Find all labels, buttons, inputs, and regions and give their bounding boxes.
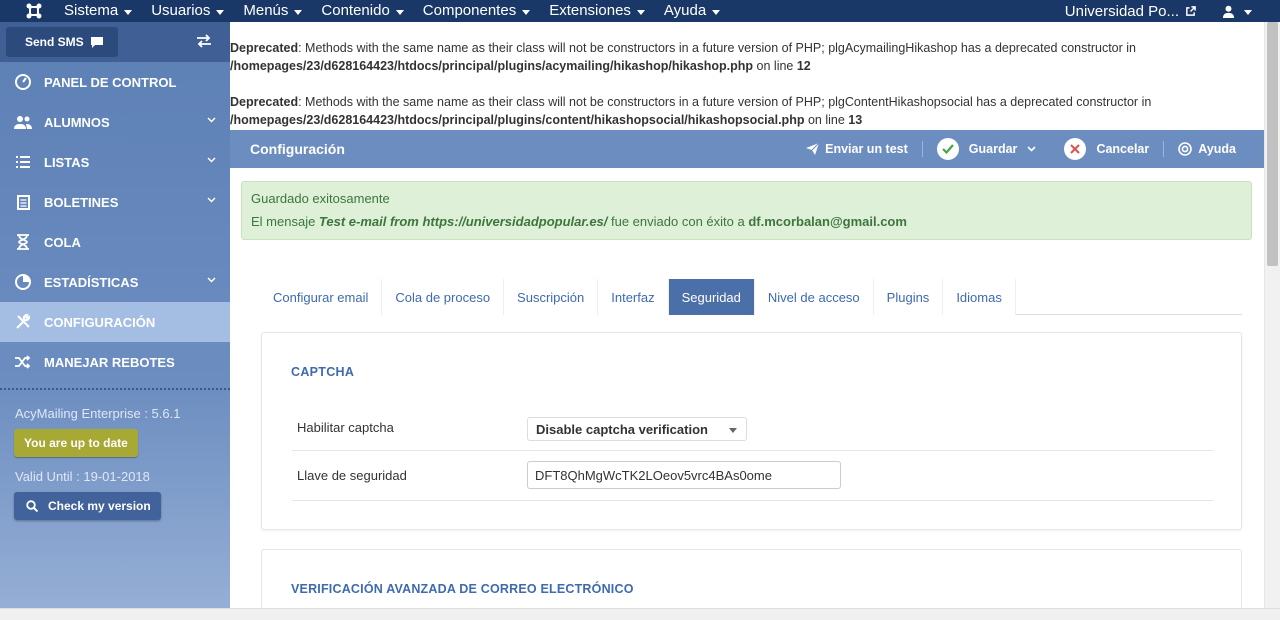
- alert-message: El mensaje Test e-mail from https://univ…: [251, 214, 907, 229]
- caret-down-icon: [216, 9, 225, 15]
- shuffle-icon: [14, 353, 32, 371]
- hourglass-icon: [14, 233, 32, 251]
- site-link[interactable]: Universidad Po...: [1065, 3, 1196, 20]
- valid-until-label: Valid Until : 19-01-2018: [15, 469, 150, 484]
- success-alert: Guardado exitosamente El mensaje Test e-…: [241, 181, 1252, 240]
- configuration-toolbar: Configuración Enviar un test Guardar Can…: [230, 130, 1264, 168]
- chevron-down-icon: [207, 197, 216, 203]
- caret-down-icon: [636, 9, 645, 15]
- caret-down-icon: [124, 9, 133, 15]
- chevron-down-icon[interactable]: [1027, 146, 1037, 152]
- tab-interfaz[interactable]: Interfaz: [598, 279, 669, 315]
- tab-seguridad[interactable]: Seguridad: [668, 279, 755, 315]
- tab-cola-de-proceso[interactable]: Cola de proceso: [382, 279, 505, 315]
- caret-down-icon: [729, 428, 737, 433]
- field-label: Habilitar captcha: [297, 420, 394, 435]
- user-icon: [1222, 5, 1235, 18]
- tools-icon: [14, 313, 32, 331]
- menu-contenido[interactable]: Contenido: [311, 3, 412, 18]
- tab-idiomas[interactable]: Idiomas: [943, 279, 1016, 315]
- alert-title: Guardado exitosamente: [251, 191, 390, 206]
- check-version-button[interactable]: Check my version: [14, 492, 161, 520]
- advanced-email-verification-panel: VERIFICACIÓN AVANZADA DE CORREO ELECTRÓN…: [261, 549, 1242, 608]
- deprecation-notice: Deprecated: Methods with the same name a…: [230, 95, 1152, 127]
- menu-componentes[interactable]: Componentes: [413, 3, 539, 18]
- send-sms-button[interactable]: Send SMS: [6, 27, 118, 57]
- scrollbar-thumb[interactable]: [1267, 22, 1278, 266]
- tab-plugins[interactable]: Plugins: [873, 279, 944, 315]
- chevron-down-icon: [207, 157, 216, 163]
- dashboard-icon: [14, 73, 32, 91]
- chevron-down-icon: [207, 277, 216, 283]
- tab-suscripcion[interactable]: Suscripción: [504, 279, 599, 315]
- joomla-logo-icon[interactable]: [14, 0, 54, 22]
- sidebar-item-alumnos[interactable]: ALUMNOS: [0, 102, 230, 142]
- page-scrollbar[interactable]: [1264, 22, 1280, 608]
- config-tabs: Configurar email Cola de proceso Suscrip…: [260, 279, 1242, 315]
- user-menu[interactable]: [1222, 5, 1252, 18]
- security-key-input[interactable]: [527, 461, 841, 489]
- caret-down-icon: [395, 9, 404, 15]
- close-circle-icon: [1064, 138, 1087, 160]
- tab-configurar-email[interactable]: Configurar email: [260, 279, 383, 315]
- sidebar-item-boletines[interactable]: BOLETINES: [0, 182, 230, 222]
- status-bar: [0, 608, 1280, 620]
- chevron-down-icon: [207, 117, 216, 123]
- lifebuoy-icon: [1178, 142, 1193, 156]
- tab-nivel-de-acceso[interactable]: Nivel de acceso: [754, 279, 874, 315]
- main-content: Deprecated: Methods with the same name a…: [230, 22, 1264, 608]
- sidebar-item-panel-de-control[interactable]: PANEL DE CONTROL: [0, 62, 230, 102]
- send-test-button[interactable]: Enviar un test: [792, 130, 922, 168]
- menu-ayuda[interactable]: Ayuda: [654, 3, 729, 18]
- field-label: Llave de seguridad: [297, 468, 407, 483]
- caret-down-icon: [1244, 9, 1252, 15]
- check-circle-icon: [936, 138, 959, 160]
- caret-down-icon: [522, 9, 531, 15]
- captcha-panel: CAPTCHA Habilitar captcha Disable captch…: [261, 332, 1242, 530]
- sidebar-item-manejar-rebotes[interactable]: MANEJAR REBOTES: [0, 342, 230, 382]
- section-heading: CAPTCHA: [291, 365, 355, 379]
- cancel-button[interactable]: Cancelar: [1050, 130, 1163, 168]
- version-label: AcyMailing Enterprise : 5.6.1: [15, 406, 181, 421]
- menu-menus[interactable]: Menús: [233, 3, 311, 18]
- sidebar-divider: [0, 388, 230, 390]
- menu-sistema[interactable]: Sistema: [54, 3, 141, 18]
- deprecation-notice: Deprecated: Methods with the same name a…: [230, 41, 1136, 73]
- message-icon: [90, 36, 103, 48]
- swap-arrows-icon[interactable]: [196, 34, 212, 48]
- sidebar-item-cola[interactable]: COLA: [0, 222, 230, 262]
- users-icon: [14, 113, 32, 131]
- caret-down-icon: [712, 9, 721, 15]
- acymailing-sidebar: Send SMS PANEL DE CONTROL ALUMNOS LISTAS…: [0, 22, 230, 620]
- list-icon: [14, 153, 32, 171]
- captcha-select[interactable]: Disable captcha verification: [527, 417, 747, 441]
- external-link-icon: [1186, 5, 1196, 16]
- paper-plane-icon: [806, 143, 820, 155]
- menu-usuarios[interactable]: Usuarios: [141, 3, 233, 18]
- newsletter-icon: [14, 193, 32, 211]
- up-to-date-badge: You are up to date: [14, 429, 138, 457]
- security-key-row: Llave de seguridad: [292, 451, 1213, 501]
- pie-chart-icon: [14, 273, 32, 291]
- page-title: Configuración: [250, 141, 345, 157]
- admin-top-menu-bar: Sistema Usuarios Menús Contenido Compone…: [0, 0, 1280, 22]
- caret-down-icon: [294, 9, 303, 15]
- search-icon: [26, 500, 38, 512]
- sidebar-item-listas[interactable]: LISTAS: [0, 142, 230, 182]
- sidebar-item-configuracion[interactable]: CONFIGURACIÓN: [0, 302, 230, 342]
- sidebar-item-estadisticas[interactable]: ESTADÍSTICAS: [0, 262, 230, 302]
- menu-extensiones[interactable]: Extensiones: [539, 3, 654, 18]
- help-button[interactable]: Ayuda: [1164, 130, 1250, 168]
- section-heading: VERIFICACIÓN AVANZADA DE CORREO ELECTRÓN…: [291, 582, 634, 596]
- sms-row: Send SMS: [0, 22, 230, 62]
- captcha-enable-row: Habilitar captcha Disable captcha verifi…: [292, 401, 1213, 451]
- save-button[interactable]: Guardar: [923, 130, 1051, 168]
